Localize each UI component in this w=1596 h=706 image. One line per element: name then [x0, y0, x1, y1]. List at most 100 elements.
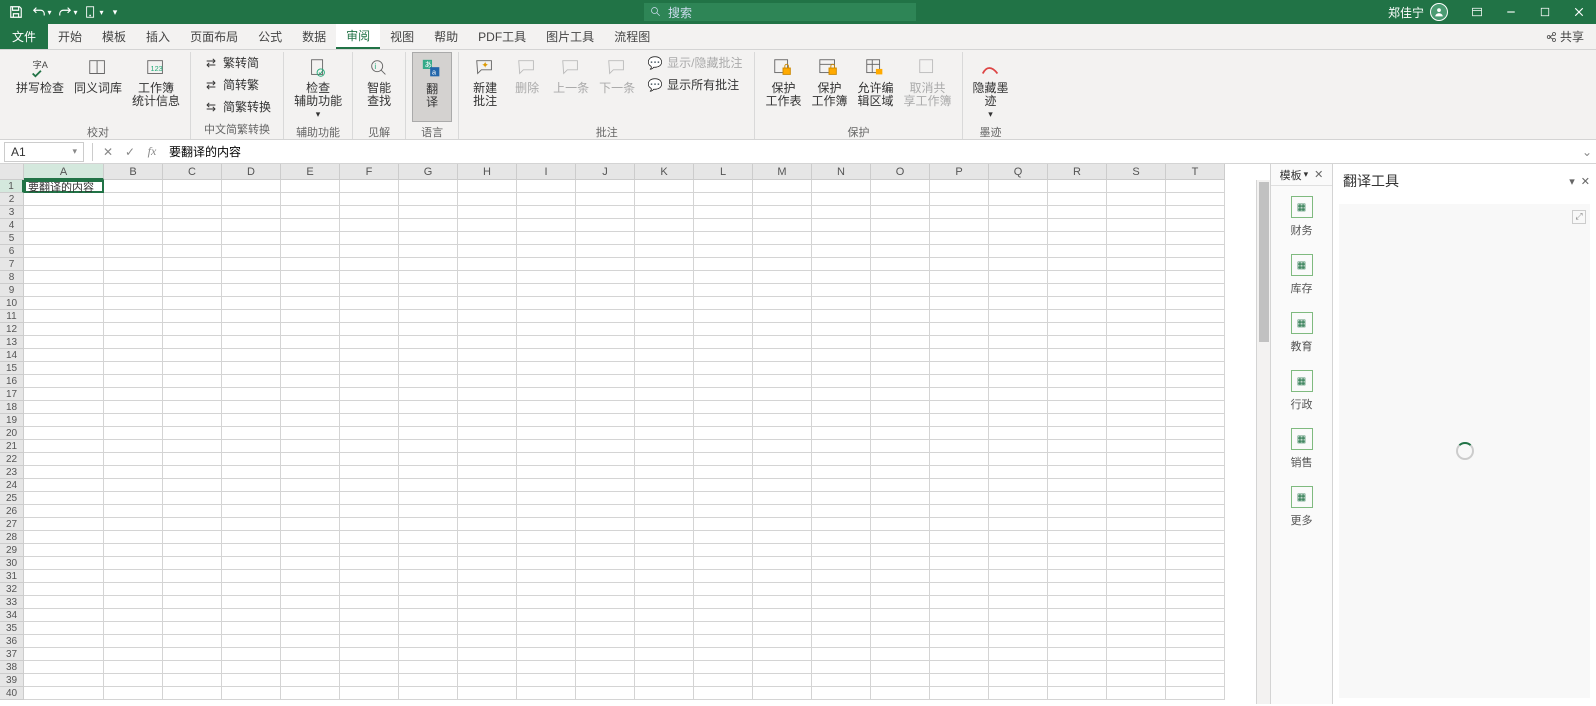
row-header-10[interactable]: 10 [0, 297, 24, 310]
touch-mode-button[interactable]: ▾ [82, 1, 106, 23]
cell-P13[interactable] [930, 336, 989, 349]
workbook-stats-button[interactable]: 123工作簿 统计信息 [128, 52, 184, 122]
cell-L36[interactable] [694, 635, 753, 648]
template-cat-edu[interactable]: ▦教育 [1271, 302, 1332, 360]
column-header-B[interactable]: B [104, 164, 163, 180]
cell-G1[interactable] [399, 180, 458, 193]
cell-M12[interactable] [753, 323, 812, 336]
cell-E4[interactable] [281, 219, 340, 232]
cell-F29[interactable] [340, 544, 399, 557]
cell-Q37[interactable] [989, 648, 1048, 661]
cell-O12[interactable] [871, 323, 930, 336]
cell-D8[interactable] [222, 271, 281, 284]
cell-T31[interactable] [1166, 570, 1225, 583]
cell-E20[interactable] [281, 427, 340, 440]
cell-M27[interactable] [753, 518, 812, 531]
cell-C9[interactable] [163, 284, 222, 297]
cell-H38[interactable] [458, 661, 517, 674]
cell-A19[interactable] [24, 414, 104, 427]
cell-K36[interactable] [635, 635, 694, 648]
cell-F36[interactable] [340, 635, 399, 648]
cell-C2[interactable] [163, 193, 222, 206]
cell-O39[interactable] [871, 674, 930, 687]
cell-M23[interactable] [753, 466, 812, 479]
vertical-scrollbar[interactable] [1256, 180, 1270, 704]
cell-F32[interactable] [340, 583, 399, 596]
cell-J10[interactable] [576, 297, 635, 310]
column-header-E[interactable]: E [281, 164, 340, 180]
cell-N24[interactable] [812, 479, 871, 492]
cell-G23[interactable] [399, 466, 458, 479]
cell-E26[interactable] [281, 505, 340, 518]
cell-G32[interactable] [399, 583, 458, 596]
cell-T18[interactable] [1166, 401, 1225, 414]
cell-E31[interactable] [281, 570, 340, 583]
cell-P28[interactable] [930, 531, 989, 544]
cell-E16[interactable] [281, 375, 340, 388]
row-header-23[interactable]: 23 [0, 466, 24, 479]
cell-B9[interactable] [104, 284, 163, 297]
cell-R29[interactable] [1048, 544, 1107, 557]
row-header-37[interactable]: 37 [0, 648, 24, 661]
cell-S1[interactable] [1107, 180, 1166, 193]
cell-L29[interactable] [694, 544, 753, 557]
cell-M33[interactable] [753, 596, 812, 609]
cell-N40[interactable] [812, 687, 871, 700]
cell-R27[interactable] [1048, 518, 1107, 531]
cell-C31[interactable] [163, 570, 222, 583]
cell-C18[interactable] [163, 401, 222, 414]
cell-Q22[interactable] [989, 453, 1048, 466]
cell-T37[interactable] [1166, 648, 1225, 661]
cell-D15[interactable] [222, 362, 281, 375]
row-header-12[interactable]: 12 [0, 323, 24, 336]
cell-R10[interactable] [1048, 297, 1107, 310]
cell-S34[interactable] [1107, 609, 1166, 622]
cell-N21[interactable] [812, 440, 871, 453]
cell-O26[interactable] [871, 505, 930, 518]
cell-B17[interactable] [104, 388, 163, 401]
cell-B22[interactable] [104, 453, 163, 466]
row-header-2[interactable]: 2 [0, 193, 24, 206]
cell-E38[interactable] [281, 661, 340, 674]
cell-D25[interactable] [222, 492, 281, 505]
cell-L8[interactable] [694, 271, 753, 284]
cell-F7[interactable] [340, 258, 399, 271]
cell-P37[interactable] [930, 648, 989, 661]
cell-B31[interactable] [104, 570, 163, 583]
cell-A38[interactable] [24, 661, 104, 674]
cell-C25[interactable] [163, 492, 222, 505]
cell-M38[interactable] [753, 661, 812, 674]
cell-L9[interactable] [694, 284, 753, 297]
cell-F40[interactable] [340, 687, 399, 700]
cell-H26[interactable] [458, 505, 517, 518]
cell-J23[interactable] [576, 466, 635, 479]
cell-K26[interactable] [635, 505, 694, 518]
cell-C20[interactable] [163, 427, 222, 440]
cell-F1[interactable] [340, 180, 399, 193]
cell-E25[interactable] [281, 492, 340, 505]
cell-H18[interactable] [458, 401, 517, 414]
cell-Q25[interactable] [989, 492, 1048, 505]
cell-P26[interactable] [930, 505, 989, 518]
cell-D9[interactable] [222, 284, 281, 297]
cell-I7[interactable] [517, 258, 576, 271]
row-header-8[interactable]: 8 [0, 271, 24, 284]
cell-M2[interactable] [753, 193, 812, 206]
cell-I10[interactable] [517, 297, 576, 310]
cell-D35[interactable] [222, 622, 281, 635]
cell-I25[interactable] [517, 492, 576, 505]
cell-J33[interactable] [576, 596, 635, 609]
cell-A40[interactable] [24, 687, 104, 700]
template-cat-more[interactable]: ▦更多 [1271, 476, 1332, 534]
cell-G15[interactable] [399, 362, 458, 375]
cell-C38[interactable] [163, 661, 222, 674]
cell-Q23[interactable] [989, 466, 1048, 479]
cell-G12[interactable] [399, 323, 458, 336]
cell-T33[interactable] [1166, 596, 1225, 609]
cell-Q40[interactable] [989, 687, 1048, 700]
cell-A33[interactable] [24, 596, 104, 609]
cell-N18[interactable] [812, 401, 871, 414]
cell-C23[interactable] [163, 466, 222, 479]
cell-L31[interactable] [694, 570, 753, 583]
cell-K5[interactable] [635, 232, 694, 245]
